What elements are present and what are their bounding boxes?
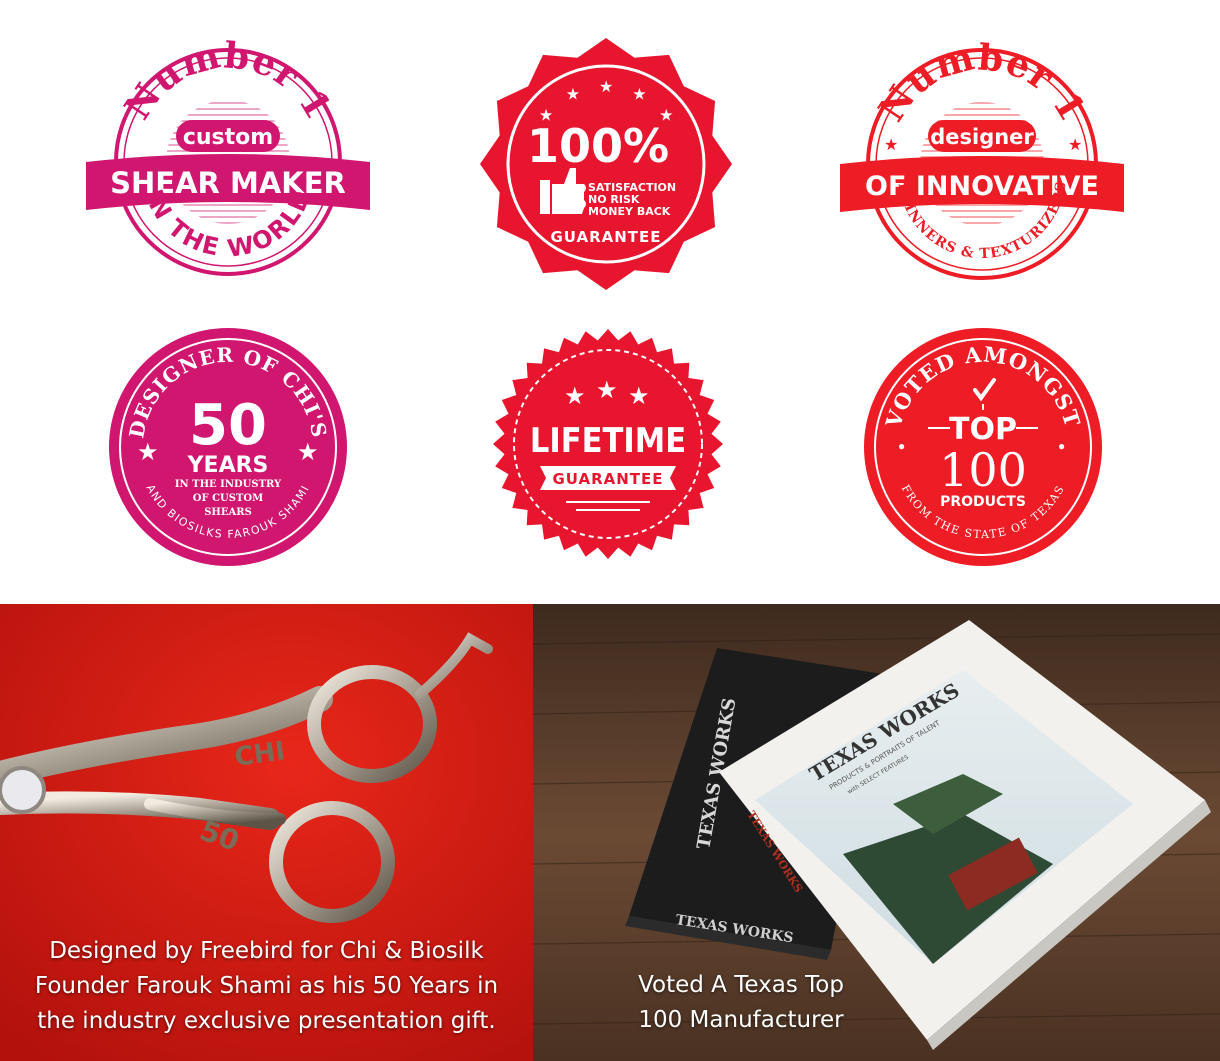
caption-line: 100 Manufacturer	[638, 1007, 844, 1033]
badge-word-text: YEARS	[187, 453, 269, 478]
badge-innovative: Number 1 ★ ★ designer OF INNOVATIVE THIN…	[836, 36, 1128, 284]
caption-line: Voted A Texas Top	[638, 972, 844, 998]
star-icon: ★	[137, 439, 159, 466]
badge-bottom-text: GUARANTEE	[550, 228, 661, 246]
star-icon: ★	[632, 86, 646, 103]
star-icon: ★	[628, 383, 650, 410]
badge-top100: VOTED AMONGST TOP ● ● 100 PRODUCTS FROM …	[862, 326, 1104, 568]
star-icon: ★	[599, 79, 613, 96]
book-caption: Voted A Texas Top 100 Manufacturer	[581, 968, 901, 1038]
badge-number-text: 100	[939, 443, 1027, 497]
badge-line-3: MONEY BACK	[588, 205, 671, 218]
badge-middle-text: designer	[930, 125, 1034, 149]
pivot-gem	[0, 766, 46, 814]
caption-line: the industry exclusive presentation gift…	[37, 1008, 496, 1034]
star-icon: ★	[596, 377, 618, 404]
scissors-caption: Designed by Freebird for Chi & Biosilk F…	[0, 934, 533, 1039]
dot-icon: ●	[898, 439, 905, 453]
star-icon: ★	[564, 383, 586, 410]
star-icon: ★	[1068, 137, 1082, 154]
badge-percent-text: 100%	[527, 119, 669, 173]
dot-icon: ●	[1058, 439, 1065, 453]
badge-middle-text: custom	[183, 125, 273, 150]
badge-lifetime: ★ ★ ★ LIFETIME GUARANTEE	[492, 328, 724, 560]
badge-line-3: SHEARS	[204, 507, 252, 518]
badge-fifty-years: DESIGNER OF CHI'S 50 YEARS ★ ★ IN THE IN…	[107, 326, 349, 568]
badge-top-text: TOP	[949, 412, 1017, 447]
badge-shear-maker: Number 1 custom SHEAR MAKER IN THE WORLD	[80, 34, 376, 280]
star-icon: ★	[566, 86, 580, 103]
badge-line-2: OF CUSTOM	[193, 493, 263, 504]
photos-section: CHI 50 Designed by Freebird for Chi & Bi…	[0, 604, 1220, 1061]
badge-ribbon-text: GUARANTEE	[552, 470, 663, 488]
scissors-photo: CHI 50 Designed by Freebird for Chi & Bi…	[0, 604, 533, 1061]
star-icon: ★	[297, 439, 319, 466]
badge-line-1: IN THE INDUSTRY	[175, 479, 282, 490]
caption-line: Designed by Freebird for Chi & Biosilk	[49, 938, 484, 964]
book-photo: TEXAS WORKS TEXAS WORKS TEXAS WORKS PROD…	[533, 604, 1220, 1061]
badge-satisfaction: ★ ★ ★ ★ ★ 100% SATISFACTION NO RISK MONEY BA…	[478, 38, 734, 290]
star-icon: ★	[884, 137, 898, 154]
badge-title-text: LIFETIME	[530, 420, 686, 460]
badge-products-text: PRODUCTS	[940, 494, 1026, 510]
badges-section: Number 1 custom SHEAR MAKER IN THE WORLD…	[0, 0, 1220, 604]
badge-number-text: 50	[189, 393, 267, 458]
caption-line: Founder Farouk Shami as his 50 Years in	[34, 973, 499, 999]
